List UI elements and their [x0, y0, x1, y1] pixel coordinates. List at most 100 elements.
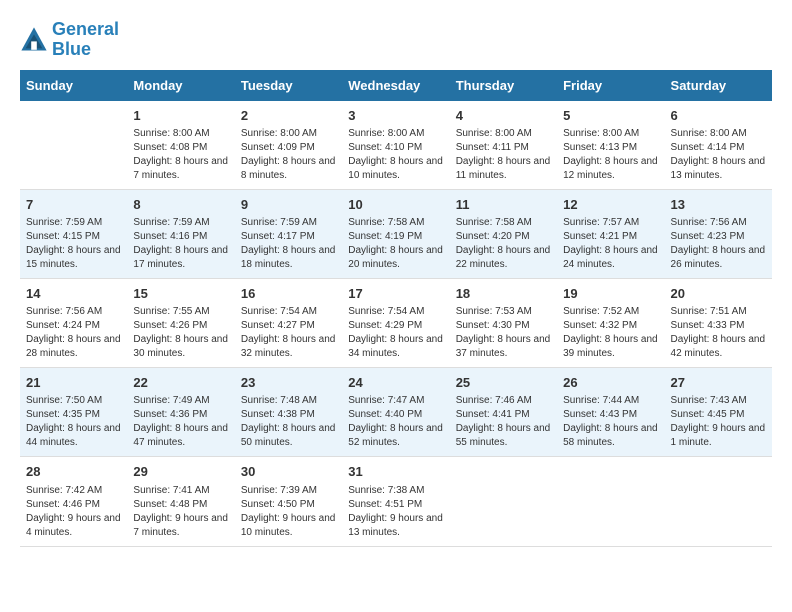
cell-sunset: Sunset: 4:20 PM — [456, 230, 551, 244]
calendar-cell: 29Sunrise: 7:41 AMSunset: 4:48 PMDayligh… — [127, 457, 234, 546]
cell-sunrise: Sunrise: 7:41 AM — [133, 484, 228, 498]
cell-sunset: Sunset: 4:10 PM — [348, 141, 443, 155]
day-headers-row: SundayMondayTuesdayWednesdayThursdayFrid… — [20, 70, 772, 101]
cell-daylight: Daylight: 8 hours and 47 minutes. — [133, 422, 228, 450]
calendar-cell: 1Sunrise: 8:00 AMSunset: 4:08 PMDaylight… — [127, 101, 234, 190]
cell-daylight: Daylight: 8 hours and 39 minutes. — [563, 333, 658, 361]
day-number: 21 — [26, 374, 121, 392]
cell-sunrise: Sunrise: 7:58 AM — [348, 216, 443, 230]
day-number: 1 — [133, 107, 228, 125]
calendar-cell: 8Sunrise: 7:59 AMSunset: 4:16 PMDaylight… — [127, 189, 234, 278]
day-number: 18 — [456, 285, 551, 303]
cell-sunset: Sunset: 4:15 PM — [26, 230, 121, 244]
cell-daylight: Daylight: 8 hours and 12 minutes. — [563, 155, 658, 183]
cell-daylight: Daylight: 8 hours and 8 minutes. — [241, 155, 336, 183]
day-header-saturday: Saturday — [665, 70, 772, 101]
day-header-monday: Monday — [127, 70, 234, 101]
day-number: 7 — [26, 196, 121, 214]
cell-sunset: Sunset: 4:13 PM — [563, 141, 658, 155]
cell-daylight: Daylight: 8 hours and 26 minutes. — [671, 244, 766, 272]
day-number: 2 — [241, 107, 336, 125]
day-header-sunday: Sunday — [20, 70, 127, 101]
cell-sunset: Sunset: 4:17 PM — [241, 230, 336, 244]
cell-sunset: Sunset: 4:36 PM — [133, 408, 228, 422]
calendar-cell: 19 Sunrise: 7:52 AMSunset: 4:32 PMDayligh… — [557, 278, 664, 367]
day-number: 9 — [241, 196, 336, 214]
calendar-cell: 11Sunrise: 7:58 AMSunset: 4:20 PMDayligh… — [450, 189, 557, 278]
day-header-thursday: Thursday — [450, 70, 557, 101]
calendar-cell: 20Sunrise: 7:51 AMSunset: 4:33 PMDayligh… — [665, 278, 772, 367]
day-number: 3 — [348, 107, 443, 125]
cell-sunrise: Sunrise: 7:50 AM — [26, 394, 121, 408]
cell-daylight: Daylight: 8 hours and 52 minutes. — [348, 422, 443, 450]
calendar-cell: 25Sunrise: 7:46 AMSunset: 4:41 PMDayligh… — [450, 368, 557, 457]
logo: General Blue — [20, 20, 119, 60]
calendar-cell: 3 Sunrise: 8:00 AMSunset: 4:10 PMDaylight… — [342, 101, 449, 190]
day-number: 19 — [563, 285, 658, 303]
cell-sunset: Sunset: 4:32 PM — [563, 319, 658, 333]
logo-icon — [20, 26, 48, 54]
cell-sunrise: Sunrise: 7:54 AM — [348, 305, 443, 319]
day-number: 8 — [133, 196, 228, 214]
cell-daylight: Daylight: 8 hours and 34 minutes. — [348, 333, 443, 361]
day-number: 22 — [133, 374, 228, 392]
cell-sunset: Sunset: 4:35 PM — [26, 408, 121, 422]
cell-sunrise: Sunrise: 7:52 AM — [563, 305, 658, 319]
cell-sunset: Sunset: 4:45 PM — [671, 408, 766, 422]
day-number: 30 — [241, 463, 336, 481]
cell-sunrise: Sunrise: 7:42 AM — [26, 484, 121, 498]
cell-sunset: Sunset: 4:43 PM — [563, 408, 658, 422]
cell-daylight: Daylight: 8 hours and 20 minutes. — [348, 244, 443, 272]
calendar-cell: 23Sunrise: 7:48 AMSunset: 4:38 PMDayligh… — [235, 368, 342, 457]
week-row-1: 7Sunrise: 7:59 AMSunset: 4:15 PMDaylight… — [20, 189, 772, 278]
cell-sunset: Sunset: 4:16 PM — [133, 230, 228, 244]
cell-sunrise: Sunrise: 7:56 AM — [671, 216, 766, 230]
calendar-cell: 26Sunrise: 7:44 AMSunset: 4:43 PMDayligh… — [557, 368, 664, 457]
cell-sunrise: Sunrise: 8:00 AM — [671, 127, 766, 141]
cell-sunrise: Sunrise: 8:00 AM — [456, 127, 551, 141]
day-number: 5 — [563, 107, 658, 125]
cell-sunrise: Sunrise: 7:49 AM — [133, 394, 228, 408]
cell-sunrise: Sunrise: 8:00 AM — [133, 127, 228, 141]
page-header: General Blue — [20, 20, 772, 60]
cell-sunrise: Sunrise: 7:59 AM — [26, 216, 121, 230]
calendar-cell: 9 Sunrise: 7:59 AMSunset: 4:17 PMDaylight… — [235, 189, 342, 278]
cell-sunrise: Sunrise: 7:56 AM — [26, 305, 121, 319]
cell-sunrise: Sunrise: 7:48 AM — [241, 394, 336, 408]
cell-daylight: Daylight: 8 hours and 50 minutes. — [241, 422, 336, 450]
cell-sunset: Sunset: 4:33 PM — [671, 319, 766, 333]
cell-sunset: Sunset: 4:24 PM — [26, 319, 121, 333]
cell-daylight: Daylight: 8 hours and 37 minutes. — [456, 333, 551, 361]
cell-daylight: Daylight: 8 hours and 10 minutes. — [348, 155, 443, 183]
week-row-2: 14 Sunrise: 7:56 AMSunset: 4:24 PM Dayligh… — [20, 278, 772, 367]
calendar-cell: 2Sunrise: 8:00 AMSunset: 4:09 PMDaylight… — [235, 101, 342, 190]
cell-sunrise: Sunrise: 8:00 AM — [348, 127, 443, 141]
calendar-cell: 14Sunrise: 7:56 AMSunset: 4:24 PMDayligh… — [20, 278, 127, 367]
calendar-cell: 21Sunrise: 7:50 AMSunset: 4:35 PMDayligh… — [20, 368, 127, 457]
cell-daylight: Daylight: 8 hours and 18 minutes. — [241, 244, 336, 272]
day-number: 23 — [241, 374, 336, 392]
calendar-cell: 13Sunrise: 7:56 AMSunset: 4:23 PMDayligh… — [665, 189, 772, 278]
cell-sunrise: Sunrise: 7:59 AM — [241, 216, 336, 230]
cell-sunset: Sunset: 4:09 PM — [241, 141, 336, 155]
calendar-cell — [450, 457, 557, 546]
cell-sunrise: Sunrise: 7:38 AM — [348, 484, 443, 498]
day-number: 17 — [348, 285, 443, 303]
cell-daylight: Daylight: 8 hours and 17 minutes. — [133, 244, 228, 272]
cell-daylight: Daylight: 8 hours and 13 minutes. — [671, 155, 766, 183]
cell-sunrise: Sunrise: 7:51 AM — [671, 305, 766, 319]
cell-daylight: Daylight: 8 hours and 11 minutes. — [456, 155, 551, 183]
cell-sunset: Sunset: 4:27 PM — [241, 319, 336, 333]
cell-sunrise: Sunrise: 7:57 AM — [563, 216, 658, 230]
calendar-cell: 17Sunrise: 7:54 AMSunset: 4:29 PMDayligh… — [342, 278, 449, 367]
day-header-tuesday: Tuesday — [235, 70, 342, 101]
calendar-cell — [557, 457, 664, 546]
day-number: 16 — [241, 285, 336, 303]
cell-daylight: Daylight: 8 hours and 7 minutes. — [133, 155, 228, 183]
day-header-wednesday: Wednesday — [342, 70, 449, 101]
cell-sunset: Sunset: 4:26 PM — [133, 319, 228, 333]
day-number: 14 — [26, 285, 121, 303]
cell-sunset: Sunset: 4:30 PM — [456, 319, 551, 333]
day-header-friday: Friday — [557, 70, 664, 101]
cell-sunrise: Sunrise: 7:43 AM — [671, 394, 766, 408]
